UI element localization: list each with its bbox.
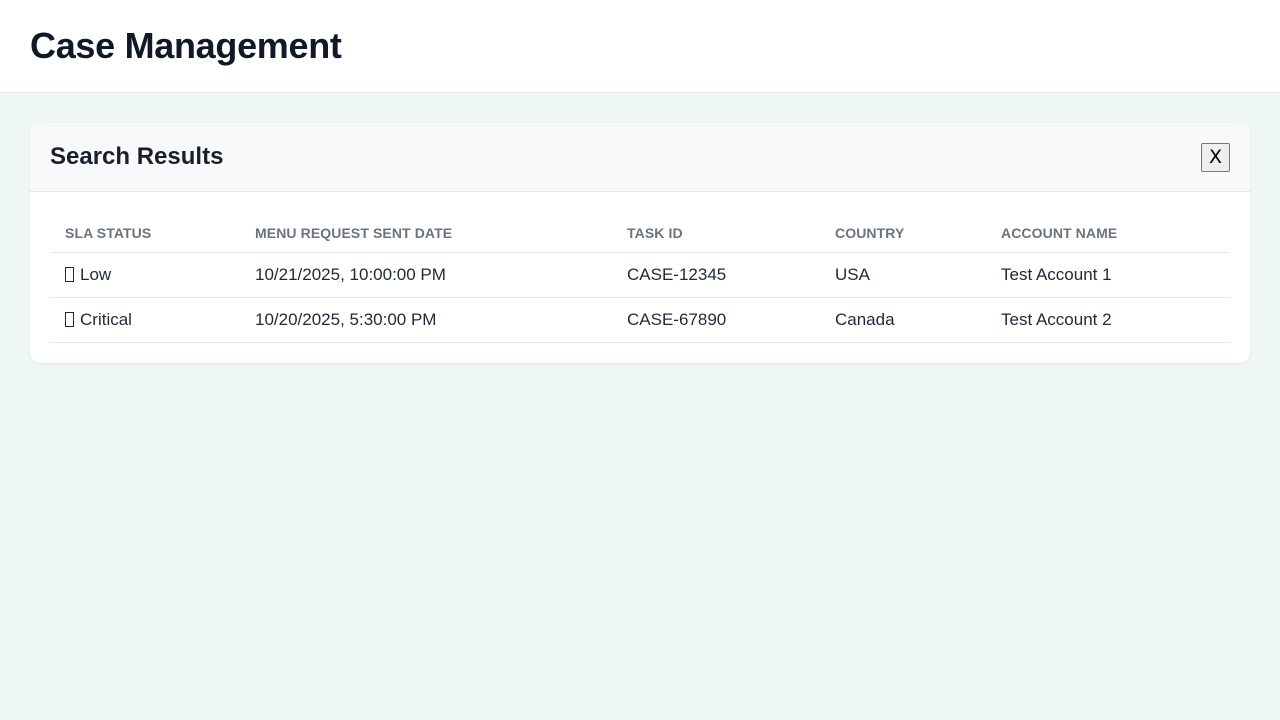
country-cell: Canada (820, 297, 986, 343)
search-results-panel: Search Results X SLA STATUS MENU REQUEST… (30, 123, 1250, 363)
table-row[interactable]: Low 10/21/2025, 10:00:00 PM CASE-12345 U… (50, 252, 1230, 298)
app-header: Case Management (0, 0, 1280, 93)
sla-status-text: Critical (80, 310, 132, 329)
results-table: SLA STATUS MENU REQUEST SENT DATE TASK I… (50, 212, 1230, 343)
close-button[interactable]: X (1201, 142, 1230, 172)
sent-date-cell: 10/20/2025, 5:30:00 PM (240, 297, 612, 343)
missing-glyph-icon (65, 312, 74, 327)
account-name-cell: Test Account 2 (986, 297, 1230, 343)
search-results-header: Search Results X (30, 123, 1250, 192)
column-header-country: COUNTRY (820, 212, 986, 253)
column-header-sla-status: SLA STATUS (50, 212, 240, 253)
sla-status-cell: Low (50, 252, 240, 298)
search-results-title: Search Results (50, 143, 224, 170)
sla-status-text: Low (80, 265, 112, 284)
missing-glyph-icon (65, 267, 74, 282)
country-cell: USA (820, 252, 986, 298)
task-id-cell: CASE-12345 (612, 252, 820, 298)
sent-date-cell: 10/21/2025, 10:00:00 PM (240, 252, 612, 298)
table-header-row: SLA STATUS MENU REQUEST SENT DATE TASK I… (50, 212, 1230, 253)
main-content: Search Results X SLA STATUS MENU REQUEST… (0, 93, 1280, 393)
page-title: Case Management (30, 25, 342, 66)
search-results-body: SLA STATUS MENU REQUEST SENT DATE TASK I… (30, 192, 1250, 363)
column-header-task-id: TASK ID (612, 212, 820, 253)
column-header-account-name: ACCOUNT NAME (986, 212, 1230, 253)
account-name-cell: Test Account 1 (986, 252, 1230, 298)
results-table-head: SLA STATUS MENU REQUEST SENT DATE TASK I… (50, 212, 1230, 253)
task-id-cell: CASE-67890 (612, 297, 820, 343)
results-table-body: Low 10/21/2025, 10:00:00 PM CASE-12345 U… (50, 252, 1230, 343)
sla-status-cell: Critical (50, 297, 240, 343)
table-row[interactable]: Critical 10/20/2025, 5:30:00 PM CASE-678… (50, 297, 1230, 343)
column-header-menu-request-sent-date: MENU REQUEST SENT DATE (240, 212, 612, 253)
